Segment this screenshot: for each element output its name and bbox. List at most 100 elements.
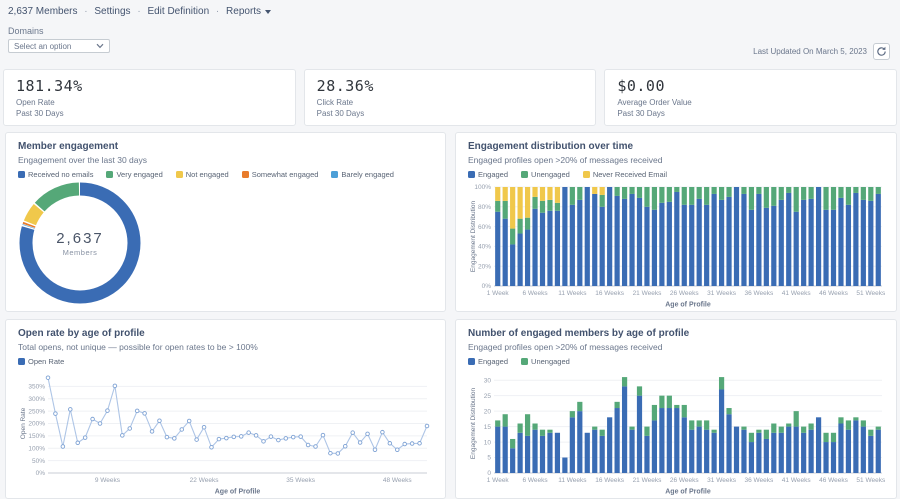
x-tick-label: 41 Weeks <box>782 290 812 297</box>
engaged-bar-segment <box>637 198 642 286</box>
engaged-bar-segment <box>712 194 717 286</box>
panel-title: Open rate by age of profile <box>18 328 433 339</box>
legend-swatch <box>583 171 590 178</box>
engaged-bar-segment <box>674 192 679 286</box>
unengaged-bar-segment <box>532 197 537 209</box>
engaged-bar-segment <box>734 187 739 286</box>
legend-swatch <box>106 171 113 178</box>
x-tick-label: 51 Weeks <box>856 477 886 484</box>
engaged-bar-segment <box>525 230 530 286</box>
unengaged-bar-segment <box>659 396 664 408</box>
legend-item[interactable]: Unengaged <box>521 357 570 366</box>
y-tick-label: 0% <box>36 470 46 477</box>
legend-swatch <box>242 171 249 178</box>
engaged-bar-segment <box>607 417 612 473</box>
unengaged-bar-segment <box>779 427 784 433</box>
legend-item[interactable]: Open Rate <box>18 357 64 366</box>
engaged-bar-segment <box>540 213 545 286</box>
legend-label: Engaged <box>478 170 508 179</box>
legend-item[interactable]: Engaged <box>468 357 508 366</box>
y-tick-label: 40% <box>478 244 491 251</box>
open-rate-point <box>388 442 392 446</box>
legend-label: Very engaged <box>116 170 162 179</box>
chevron-down-icon <box>96 43 104 49</box>
engaged-bar-segment <box>794 427 799 473</box>
engaged-bar-segment <box>823 210 828 286</box>
open-rate-point <box>61 445 65 449</box>
legend-item[interactable]: Very engaged <box>106 170 162 179</box>
engaged-bar-segment <box>712 433 717 473</box>
engaged-bar-segment <box>532 430 537 473</box>
domains-select[interactable]: Select an option <box>8 39 110 53</box>
refresh-button[interactable] <box>873 43 890 60</box>
engaged-bar-segment <box>741 194 746 286</box>
unengaged-bar-segment <box>726 187 731 197</box>
engaged-bar-segment <box>868 436 873 473</box>
breadcrumb-settings[interactable]: Settings <box>94 6 130 17</box>
reports-menu[interactable]: Reports <box>226 6 271 17</box>
engaged-bar-segment <box>555 211 560 286</box>
legend-item[interactable]: Somewhat engaged <box>242 170 319 179</box>
x-tick-label: 46 Weeks <box>819 290 849 297</box>
kpi-label: Open Rate <box>16 98 283 107</box>
x-tick-label: 46 Weeks <box>819 477 849 484</box>
unengaged-bar-segment <box>503 414 508 426</box>
unengaged-bar-segment <box>532 424 537 430</box>
engaged-bar-segment <box>510 448 515 473</box>
engaged-bar-segment <box>682 205 687 286</box>
engaged-bar-segment <box>577 200 582 286</box>
x-tick-label: 41 Weeks <box>782 477 812 484</box>
y-tick-label: 20 <box>484 408 492 415</box>
controls-row: Domains Select an option Last Updated On… <box>8 26 890 62</box>
unengaged-bar-segment <box>682 187 687 205</box>
engaged-bar-segment <box>585 187 590 286</box>
engagement-distribution-panel: Engagement distribution over time Engage… <box>455 132 897 312</box>
engaged-bar-segment <box>734 427 739 473</box>
x-axis-title: Age of Profile <box>665 302 711 309</box>
engaged-bar-segment <box>749 210 754 286</box>
kpi-click-rate: 28.36% Click Rate Past 30 Days <box>304 69 597 126</box>
unengaged-bar-segment <box>823 433 828 442</box>
donut-wrap: 2,637 Members <box>18 181 433 307</box>
engaged-bar-segment <box>719 200 724 286</box>
engagement-distribution-legend: Engaged Unengaged Never Received Email <box>468 170 884 179</box>
x-tick-label: 36 Weeks <box>744 290 774 297</box>
engaged-bar-segment <box>876 430 881 473</box>
engaged-bar-segment <box>659 408 664 473</box>
legend-item[interactable]: Never Received Email <box>583 170 667 179</box>
engaged-members-chart: 051015202530Age of ProfileEngagement Dis… <box>468 368 886 496</box>
breadcrumb-edit-definition[interactable]: Edit Definition <box>147 6 209 17</box>
legend-item[interactable]: Barely engaged <box>331 170 394 179</box>
x-tick-label: 48 Weeks <box>383 477 413 484</box>
engaged-bar-segment <box>809 430 814 473</box>
open-rate-point <box>121 434 125 438</box>
legend-item[interactable]: Unengaged <box>521 170 570 179</box>
unengaged-bar-segment <box>794 187 799 212</box>
unengaged-bar-segment <box>495 420 500 426</box>
legend-item[interactable]: Engaged <box>468 170 508 179</box>
unengaged-bar-segment <box>801 187 806 200</box>
engaged-bar-segment <box>689 205 694 286</box>
legend-swatch <box>18 358 25 365</box>
engaged-bar-segment <box>495 212 500 286</box>
unengaged-bar-segment <box>667 396 672 408</box>
open-rate-point <box>291 435 295 439</box>
y-tick-label: 20% <box>478 263 491 270</box>
engaged-bar-segment <box>779 200 784 286</box>
engaged-bar-segment <box>831 442 836 473</box>
engaged-bar-segment <box>726 414 731 473</box>
engaged-bar-segment <box>779 433 784 473</box>
legend-label: Never Received Email <box>593 170 667 179</box>
breadcrumb-members[interactable]: 2,637 Members <box>8 6 77 17</box>
unengaged-bar-segment <box>689 420 694 429</box>
never-received-email-bar-segment <box>555 187 560 203</box>
unengaged-bar-segment <box>622 187 627 199</box>
legend-item[interactable]: Not engaged <box>176 170 229 179</box>
unengaged-bar-segment <box>771 187 776 206</box>
open-rate-point <box>299 435 303 439</box>
engaged-bar-segment <box>704 430 709 473</box>
x-tick-label: 1 Week <box>487 477 510 484</box>
y-tick-label: 250% <box>28 408 45 415</box>
engaged-bar-segment <box>719 389 724 473</box>
legend-item[interactable]: Received no emails <box>18 170 93 179</box>
